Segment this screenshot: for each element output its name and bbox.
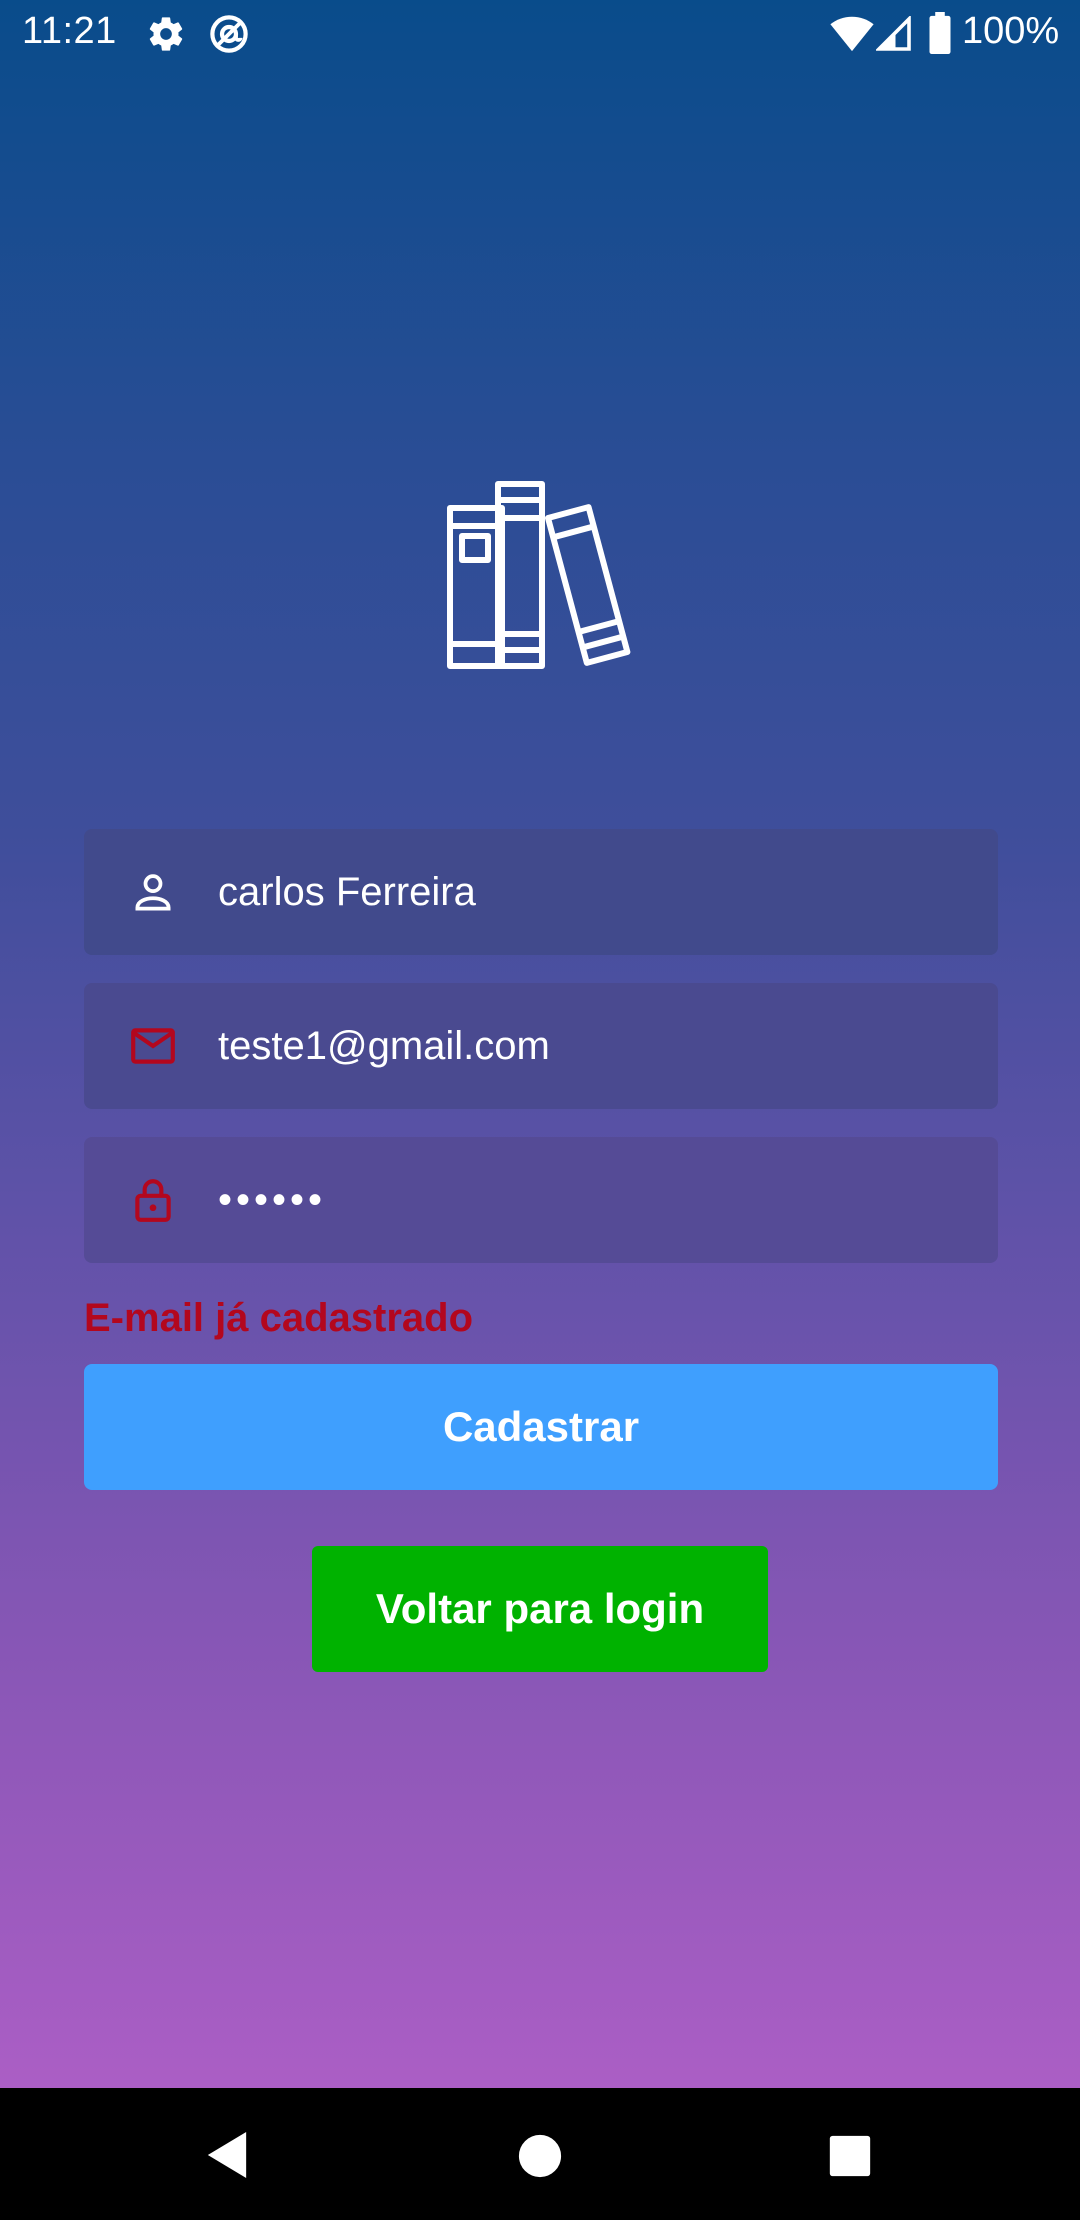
at-sign-icon (210, 15, 248, 53)
status-time: 11:21 (22, 10, 117, 52)
wifi-icon (830, 16, 874, 52)
register-button[interactable]: Cadastrar (84, 1364, 998, 1490)
cell-signal-icon (876, 16, 911, 51)
register-screen: 11:21 100% carlos Ferreira teste1@gmail.… (0, 0, 1080, 2088)
mail-icon (131, 1028, 175, 1064)
home-icon[interactable] (518, 2134, 562, 2178)
back-icon[interactable] (204, 2130, 250, 2180)
lock-icon (135, 1179, 171, 1222)
password-input[interactable]: •••••• (218, 1178, 326, 1223)
back-to-login-button[interactable]: Voltar para login (312, 1546, 768, 1672)
email-field[interactable]: teste1@gmail.com (84, 983, 998, 1109)
navigation-bar (0, 2088, 1080, 2220)
error-message: E-mail já cadastrado (84, 1296, 474, 1340)
books-icon (447, 481, 631, 669)
battery-icon (929, 12, 951, 54)
password-field[interactable]: •••••• (84, 1137, 998, 1263)
email-input[interactable]: teste1@gmail.com (218, 1024, 550, 1069)
recents-icon[interactable] (828, 2134, 872, 2178)
name-field[interactable]: carlos Ferreira (84, 829, 998, 955)
battery-percentage: 100% (962, 10, 1060, 52)
status-bar: 11:21 100% (0, 0, 1080, 68)
settings-icon (149, 17, 183, 51)
name-input[interactable]: carlos Ferreira (218, 870, 476, 915)
person-icon (135, 874, 171, 911)
